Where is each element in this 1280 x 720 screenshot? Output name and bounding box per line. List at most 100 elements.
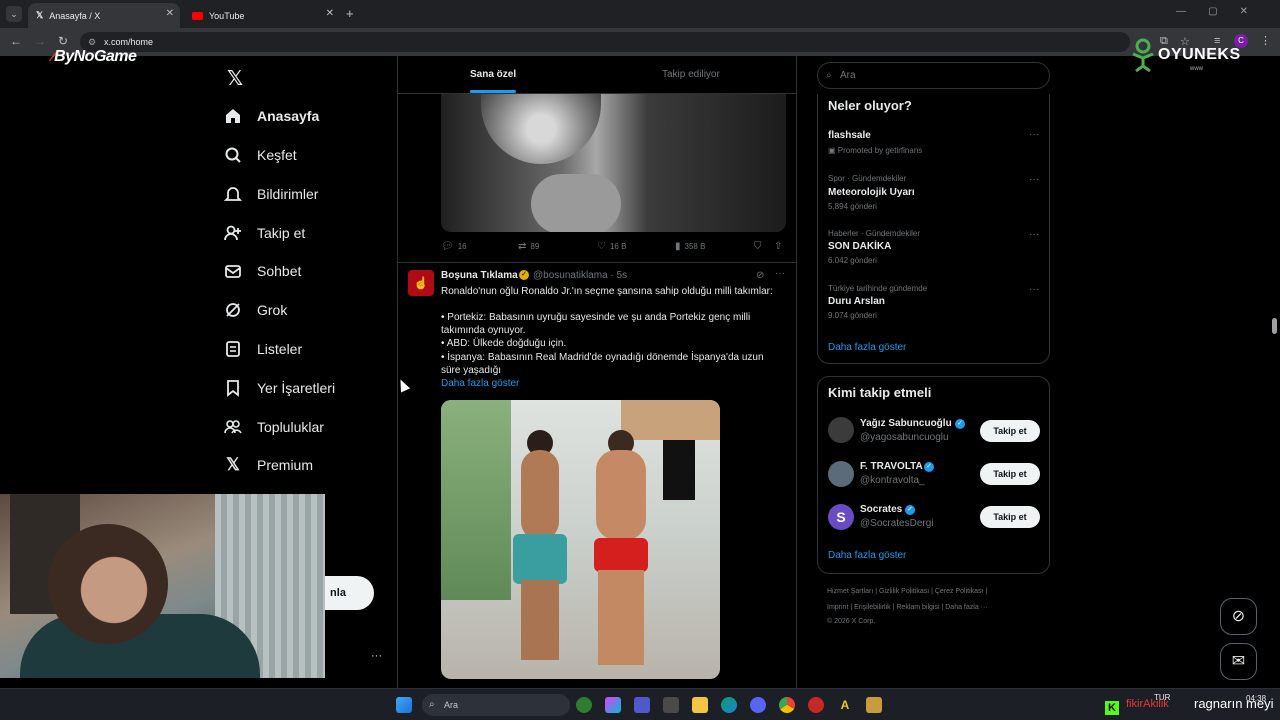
footer-links[interactable]: Hizmet Şartları | Gizlilik Politikası | …: [827, 588, 987, 595]
retweet-icon: ⇄: [518, 241, 527, 252]
start-icon[interactable]: [396, 697, 412, 713]
more-options-icon[interactable]: ···: [1029, 284, 1039, 295]
sidebar-item-communities[interactable]: Topluluklar: [222, 412, 324, 442]
sidebar-item-chat[interactable]: Sohbet: [222, 256, 301, 286]
verified-badge-icon: ✓: [519, 270, 529, 280]
browser-tab-x[interactable]: 𝕏 Anasayfa / X ✕: [28, 3, 180, 28]
more-options-icon[interactable]: ···: [1029, 174, 1039, 185]
url-input[interactable]: ⚙ x.com/home: [80, 32, 1130, 52]
app-icon[interactable]: [808, 697, 824, 713]
follow-suggestion-name[interactable]: Socrates: [860, 504, 902, 515]
post-author-name[interactable]: Boşuna Tıklama: [441, 270, 518, 281]
store-icon[interactable]: [663, 697, 679, 713]
follow-suggestion-handle[interactable]: @yagosabuncuoglu: [860, 432, 949, 443]
follow-suggestion-name[interactable]: Yağız Sabuncuoğlu: [860, 418, 952, 429]
avatar[interactable]: ☝: [408, 270, 434, 296]
sidebar-item-grok[interactable]: Grok: [222, 295, 287, 325]
widgets-icon[interactable]: [576, 697, 592, 713]
scrollbar-thumb[interactable]: [1272, 318, 1277, 334]
timeline-tabs: Sana özel Takip ediliyor: [398, 56, 796, 94]
more-options-icon[interactable]: ···: [1029, 229, 1039, 240]
timeline: Sana özel Takip ediliyor 💬︎ 16 ⇄ 89 ♡ 16 B …: [397, 56, 797, 688]
follow-button[interactable]: Takip et: [980, 506, 1040, 528]
teams-icon[interactable]: [634, 697, 650, 713]
messages-fab-icon[interactable]: ✉: [1220, 643, 1257, 680]
views-button[interactable]: ▮ 358 B: [675, 241, 705, 252]
sidebar-item-home[interactable]: Anasayfa: [222, 101, 319, 131]
tab-for-you[interactable]: Sana özel: [470, 69, 516, 80]
scrollbar[interactable]: [1268, 56, 1280, 688]
follow-button[interactable]: Takip et: [980, 420, 1040, 442]
footer-links[interactable]: Imprint | Erişilebilirlik | Reklam bilgi…: [827, 604, 988, 611]
streamer-webcam: [0, 494, 325, 678]
sidebar-item-notifications[interactable]: Bildirimler: [222, 179, 318, 209]
browser-menu-icon[interactable]: ⋮: [1260, 34, 1271, 47]
sidebar-item-explore[interactable]: Keşfet: [222, 140, 297, 170]
url-text: x.com/home: [104, 37, 154, 47]
bookmark-button[interactable]: ⛉: [754, 241, 766, 252]
like-button[interactable]: ♡ 16 B: [597, 241, 626, 252]
tab-search-button[interactable]: ⌄: [6, 6, 22, 22]
follow-suggestion-handle[interactable]: @kontravolta_: [860, 475, 925, 486]
chrome-icon[interactable]: [779, 697, 795, 713]
post-author-handle[interactable]: @bosunatiklama · 5s: [533, 270, 627, 281]
trend-name[interactable]: SON DAKİKA: [828, 241, 891, 252]
explorer-icon[interactable]: [692, 697, 708, 713]
follow-button[interactable]: Takip et: [980, 463, 1040, 485]
trend-promoted: ▣ Promoted by getirfinans: [828, 146, 923, 155]
trend-name[interactable]: Duru Arslan: [828, 296, 885, 307]
grok-fab-icon[interactable]: ⊘: [1220, 598, 1257, 635]
account-menu-icon[interactable]: ···: [371, 650, 382, 662]
avatar[interactable]: [828, 461, 854, 487]
search-input[interactable]: ⌕ Ara: [817, 62, 1050, 89]
grok-icon[interactable]: ⊘: [756, 270, 764, 281]
sidebar-item-bookmarks[interactable]: Yer İşaretleri: [222, 373, 335, 403]
follow-suggestion-handle[interactable]: @SocratesDergi: [860, 518, 934, 529]
close-tab-icon[interactable]: ✕: [326, 8, 334, 19]
share-button[interactable]: ⇧: [774, 241, 786, 252]
show-more-link[interactable]: Daha fazla göster: [828, 342, 906, 353]
trend-meta: Haberler · Gündemdekiler: [828, 229, 921, 238]
league-icon[interactable]: [866, 697, 882, 713]
people-icon: [222, 416, 244, 438]
post-image[interactable]: [441, 94, 786, 232]
avatar[interactable]: S: [828, 504, 854, 530]
taskbar-search[interactable]: ⌕ Ara: [422, 694, 570, 716]
show-more-link[interactable]: Daha fazla göster: [828, 550, 906, 561]
tab-following[interactable]: Takip ediliyor: [662, 69, 720, 80]
x-logo-icon[interactable]: 𝕏: [227, 66, 243, 90]
sidebar-item-lists[interactable]: Listeler: [222, 334, 302, 364]
follow-suggestion-name[interactable]: F. TRAVOLTA: [860, 461, 923, 472]
bynogame-logo: ⁄ByNoGame: [52, 48, 137, 65]
show-more-link[interactable]: Daha fazla göster: [441, 378, 519, 389]
active-tab-indicator: [470, 90, 516, 93]
bookmark-icon: ⛉: [754, 241, 762, 252]
new-tab-button[interactable]: +: [346, 6, 354, 21]
trend-name[interactable]: Meteorolojik Uyarı: [828, 187, 915, 198]
views-icon: ▮: [675, 241, 681, 252]
copilot-icon[interactable]: [605, 697, 621, 713]
kick-overlay-prefix: fikirAkilik: [1126, 698, 1169, 710]
app-icon[interactable]: A: [837, 697, 853, 713]
close-tab-icon[interactable]: ✕: [166, 8, 174, 19]
oyuneks-mascot-icon: [1132, 38, 1154, 72]
more-options-icon[interactable]: ···: [775, 268, 785, 279]
edge-icon[interactable]: [721, 697, 737, 713]
reload-button[interactable]: ↻: [58, 34, 68, 48]
reply-button[interactable]: 💬︎ 16: [441, 241, 467, 252]
forward-button[interactable]: →: [34, 34, 46, 48]
discord-icon[interactable]: [750, 697, 766, 713]
youtube-icon: [192, 11, 203, 20]
sidebar-item-premium[interactable]: 𝕏 Premium: [222, 450, 313, 480]
reply-icon: 💬︎: [441, 241, 454, 252]
trend-name[interactable]: flashsale: [828, 130, 871, 141]
post-image[interactable]: [441, 400, 720, 679]
avatar[interactable]: [828, 417, 854, 443]
window-controls[interactable]: —▢✕: [1176, 6, 1270, 17]
windows-taskbar: ⌕ Ara A TUR 04:38: [0, 688, 1280, 720]
browser-tab-youtube[interactable]: YouTube ✕: [184, 3, 340, 28]
more-options-icon[interactable]: ···: [1029, 129, 1039, 140]
sidebar-item-follow[interactable]: Takip et: [222, 218, 305, 248]
back-button[interactable]: ←: [10, 34, 22, 48]
retweet-button[interactable]: ⇄ 89: [518, 241, 539, 252]
